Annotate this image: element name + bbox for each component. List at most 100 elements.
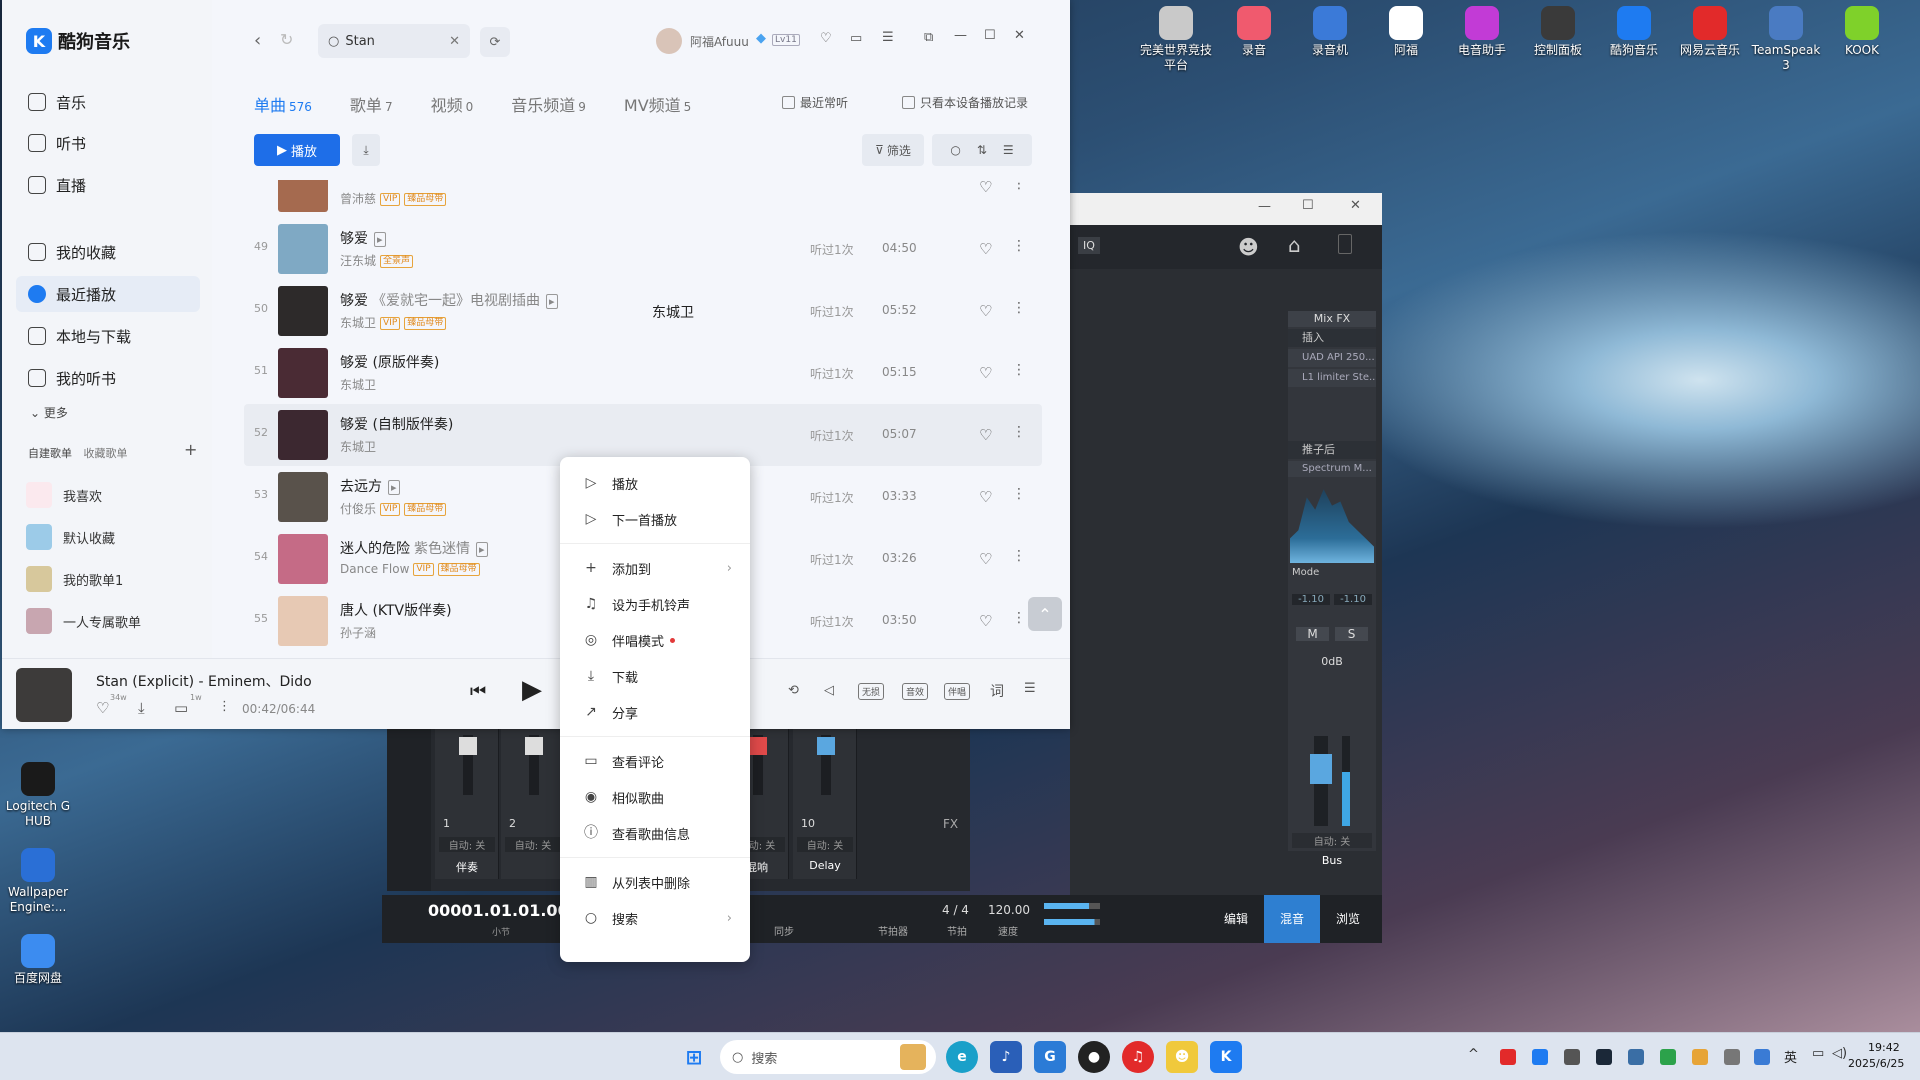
- channel-fader-knob[interactable]: [817, 737, 835, 755]
- heart-icon[interactable]: ♡: [979, 550, 995, 568]
- song-artist[interactable]: 付俊乐: [340, 502, 376, 516]
- context-menu-item[interactable]: ◉ 相似歌曲: [560, 779, 750, 815]
- mv-icon[interactable]: ▸: [388, 480, 400, 495]
- plugin-1[interactable]: UAD API 250...: [1288, 349, 1376, 367]
- search-list-icon[interactable]: ○: [950, 143, 960, 157]
- message-icon[interactable]: ▭: [850, 31, 862, 46]
- now-playing-title[interactable]: Stan (Explicit) - Eminem、Dido: [96, 671, 312, 691]
- tray-app-icon-3[interactable]: [1660, 1049, 1676, 1065]
- clock-date[interactable]: 2025/6/25: [1848, 1057, 1904, 1070]
- song-row[interactable]: 50 够爱 《爱就宅一起》电视剧插曲 ▸ 东城卫 VIP 臻品母带 东城卫 听过1次 05:52 ♡…: [244, 280, 1042, 342]
- playlist-icon[interactable]: ☰: [1024, 681, 1036, 696]
- user-name[interactable]: 阿福Afuuu: [690, 33, 749, 50]
- recognize-icon[interactable]: ⟳: [480, 27, 510, 57]
- context-menu-item[interactable]: ⓘ 查看歌曲信息: [560, 815, 750, 851]
- loop-icon[interactable]: ⟲: [788, 683, 799, 698]
- maximize-button[interactable]: ☐: [1302, 198, 1314, 213]
- desktop-icon[interactable]: 阿福: [1370, 6, 1442, 58]
- user-icon[interactable]: ☻: [1238, 235, 1259, 259]
- daw-tab[interactable]: 编辑: [1208, 895, 1264, 943]
- edge-icon[interactable]: e: [946, 1041, 978, 1073]
- heart-icon[interactable]: ♡: [979, 302, 995, 320]
- search-box[interactable]: ○ Stan ✕: [318, 24, 470, 58]
- channel-auto[interactable]: 自动: 关: [505, 837, 561, 852]
- heart-icon[interactable]: ♡: [979, 612, 995, 630]
- more-icon[interactable]: ⋮: [218, 699, 231, 714]
- tab[interactable]: 视频 0: [431, 92, 474, 116]
- song-title[interactable]: 够爱: [340, 293, 368, 309]
- channel-fader-knob[interactable]: [459, 737, 477, 755]
- download-icon[interactable]: ⤓: [138, 699, 145, 717]
- comment-icon[interactable]: ▭: [174, 699, 188, 717]
- tray-app-icon-2[interactable]: [1628, 1049, 1644, 1065]
- sidebar-item[interactable]: 音乐: [16, 84, 200, 120]
- play-pause-icon[interactable]: ▶: [522, 675, 542, 705]
- play-all-button[interactable]: ▶ 播放: [254, 134, 340, 166]
- tab[interactable]: 单曲 576: [254, 92, 312, 116]
- menu-icon[interactable]: ☰: [882, 30, 894, 45]
- lossless-button[interactable]: 无损: [858, 683, 885, 700]
- network-icon[interactable]: ▭: [1812, 1046, 1824, 1061]
- sound-effect-button[interactable]: 音效: [902, 683, 929, 700]
- filter-button[interactable]: ⊽ 筛选: [862, 134, 924, 166]
- app-icon-1[interactable]: ♪: [990, 1041, 1022, 1073]
- mv-icon[interactable]: ▸: [476, 542, 488, 557]
- context-menu-item[interactable]: + 添加到 ›: [560, 550, 750, 586]
- more-icon[interactable]: ⋮: [1012, 610, 1026, 626]
- heart-icon[interactable]: ♡: [979, 364, 995, 382]
- tab[interactable]: MV频道 5: [624, 92, 691, 116]
- desktop-icon[interactable]: KOOK: [1826, 6, 1898, 58]
- more-icon[interactable]: ⋮: [1012, 180, 1026, 192]
- song-artist[interactable]: 东城卫: [340, 378, 376, 392]
- mixfx-select[interactable]: Mix FX: [1288, 311, 1376, 327]
- search-input[interactable]: Stan: [345, 34, 449, 49]
- tray-chevron-icon[interactable]: ^: [1468, 1047, 1479, 1062]
- daw-tab[interactable]: 混音: [1264, 895, 1320, 943]
- lyrics-button[interactable]: 词: [990, 681, 1004, 701]
- heart-icon[interactable]: ♡: [979, 426, 995, 444]
- context-menu-item[interactable]: ▷ 下一首播放: [560, 501, 750, 537]
- channel-fader-knob[interactable]: [525, 737, 543, 755]
- channel-fader-knob[interactable]: [749, 737, 767, 755]
- channel-auto[interactable]: 自动: 关: [797, 837, 853, 852]
- tray-wifi-icon[interactable]: [1754, 1049, 1770, 1065]
- minimize-button[interactable]: —: [954, 28, 967, 43]
- heart-icon[interactable]: ♡: [979, 180, 995, 196]
- spectrum-plugin[interactable]: Spectrum M...: [1288, 461, 1376, 477]
- song-title[interactable]: 够爱 (原版伴奏): [340, 355, 439, 371]
- song-artist[interactable]: Dance Flow: [340, 562, 409, 576]
- tray-steam-icon[interactable]: [1596, 1049, 1612, 1065]
- desktop-icon[interactable]: 网易云音乐: [1674, 6, 1746, 58]
- volume-icon[interactable]: ◁): [1832, 1046, 1847, 1061]
- tray-kugou-icon[interactable]: [1532, 1049, 1548, 1065]
- back-icon[interactable]: ‹: [254, 30, 261, 51]
- maximize-button[interactable]: ☐: [984, 28, 996, 43]
- more-icon[interactable]: ⋮: [1012, 548, 1026, 564]
- app-icon-3[interactable]: ●: [1078, 1041, 1110, 1073]
- song-title[interactable]: 唐人 (KTV版伴奏): [340, 603, 452, 619]
- song-artist[interactable]: 东城卫: [340, 440, 376, 454]
- clock-time[interactable]: 19:42: [1868, 1041, 1900, 1054]
- song-row[interactable]: 49 够爱 ▸ 汪东城 全景声 听过1次 04:50 ♡ ⋮: [244, 218, 1042, 280]
- context-menu-item[interactable]: ▭ 查看评论: [560, 743, 750, 779]
- context-menu-item[interactable]: ▥ 从列表中删除: [560, 864, 750, 900]
- song-artist[interactable]: 曾沛慈: [340, 192, 376, 206]
- filter-device-checkbox[interactable]: 只看本设备播放记录: [902, 94, 1028, 111]
- desktop-icon[interactable]: 录音机: [1294, 6, 1366, 58]
- mv-icon[interactable]: ▸: [374, 232, 386, 247]
- filter-recent-checkbox[interactable]: 最近常听: [782, 94, 848, 111]
- song-title[interactable]: 迷人的危险: [340, 541, 410, 557]
- more-icon[interactable]: ⋮: [1012, 300, 1026, 316]
- song-title[interactable]: 够爱: [340, 231, 368, 247]
- download-all-button[interactable]: ⤓: [352, 134, 380, 166]
- plugin-2[interactable]: L1 limiter Ste...: [1288, 369, 1376, 387]
- list-menu-icon[interactable]: ☰: [1003, 143, 1014, 157]
- clear-icon[interactable]: ✕: [449, 34, 460, 49]
- song-artist[interactable]: 东城卫: [340, 316, 376, 330]
- home-icon[interactable]: ⌂: [1288, 233, 1301, 257]
- bus-fader[interactable]: [1310, 736, 1332, 826]
- song-album[interactable]: 东城卫: [652, 302, 694, 322]
- netease-music-icon[interactable]: ♫: [1122, 1041, 1154, 1073]
- desktop-icon[interactable]: 百度网盘: [2, 934, 74, 986]
- solo-button[interactable]: S: [1335, 627, 1368, 641]
